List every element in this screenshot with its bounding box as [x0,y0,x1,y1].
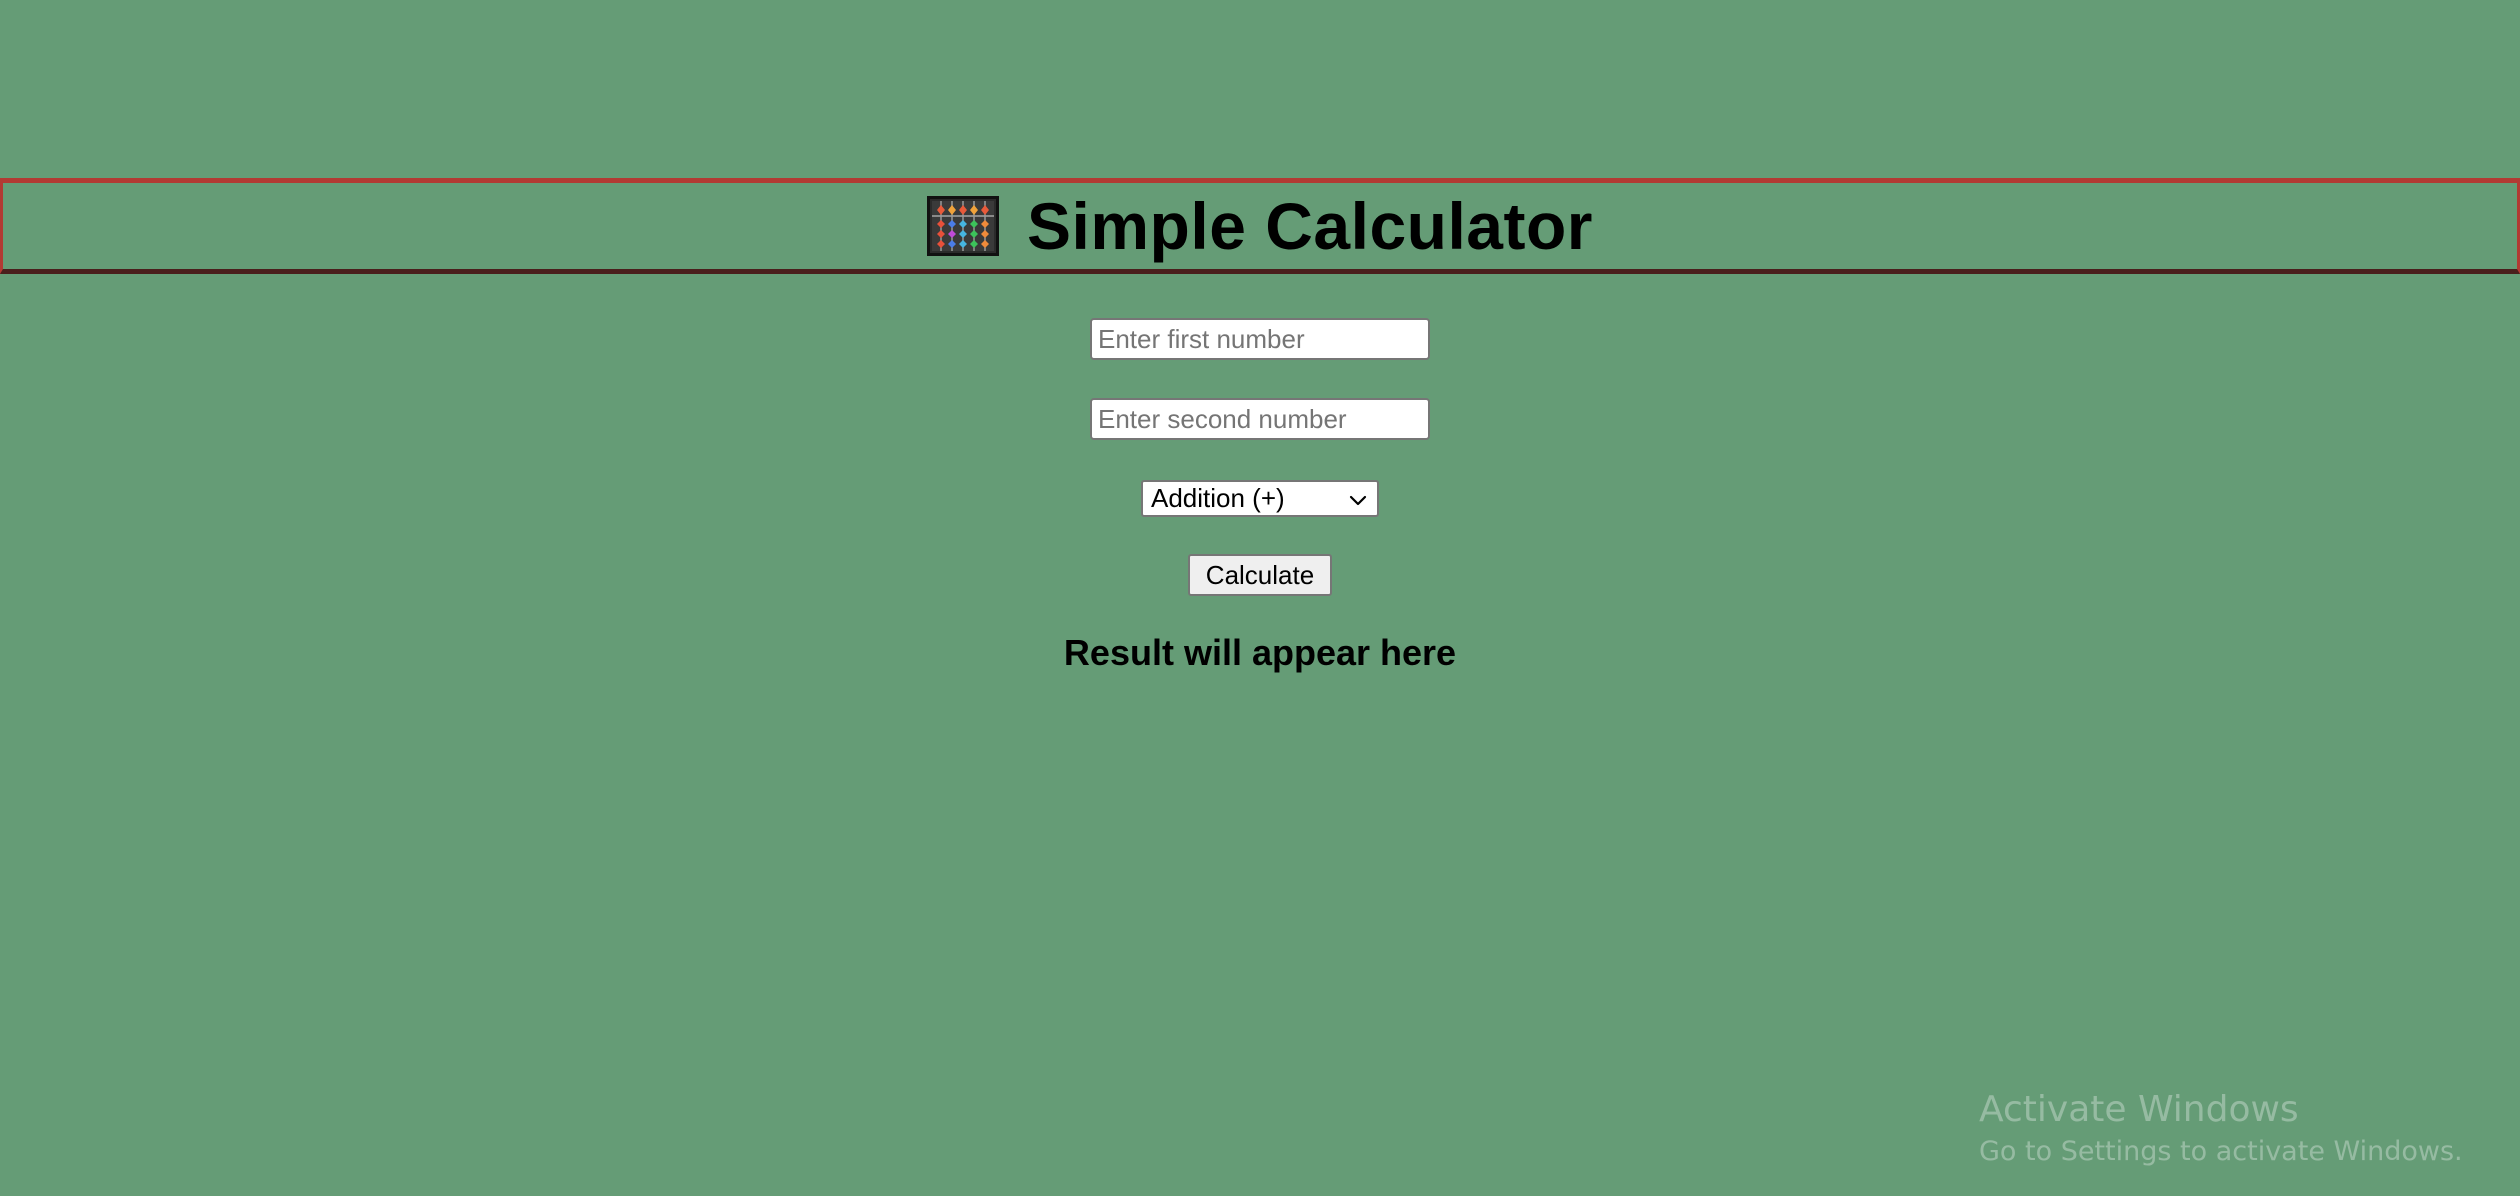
abacus-icon [927,196,999,256]
page-header: Simple Calculator [0,178,2520,274]
header-title-group: Simple Calculator [927,193,1593,259]
calculate-button[interactable]: Calculate [1188,554,1332,596]
activate-windows-watermark: Activate Windows Go to Settings to activ… [1979,1086,2463,1170]
second-number-input[interactable] [1090,398,1430,440]
chevron-down-icon [1349,495,1367,506]
watermark-subtitle: Go to Settings to activate Windows. [1979,1136,2463,1167]
operation-select[interactable]: Addition (+) [1141,480,1379,517]
page-title: Simple Calculator [1027,189,1593,263]
result-text: Result will appear here [1063,632,1457,673]
operation-selected-value: Addition (+) [1151,483,1285,513]
watermark-title: Activate Windows [1979,1089,2299,1130]
first-number-input[interactable] [1090,318,1430,360]
